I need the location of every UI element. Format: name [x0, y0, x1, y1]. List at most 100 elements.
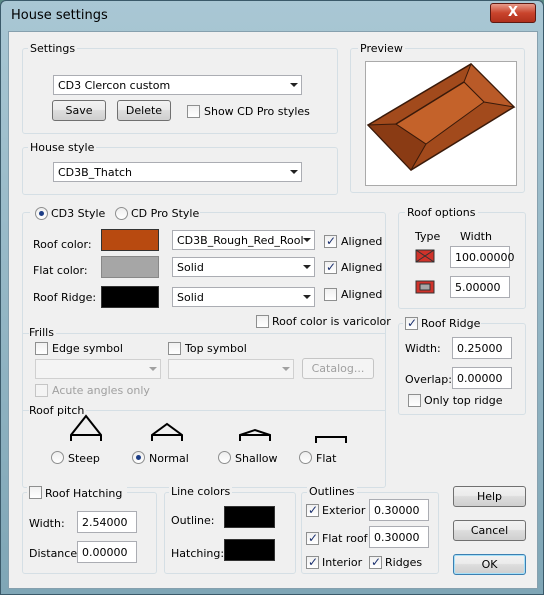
outline-color-swatch[interactable]	[224, 506, 275, 528]
title-bar[interactable]: House settings X	[1, 1, 543, 31]
top-symbol-checkbox[interactable]	[168, 342, 181, 355]
exterior-label: Exterior	[322, 504, 366, 517]
settings-combo[interactable]: CD3 Clercon custom	[53, 75, 302, 95]
save-button[interactable]: Save	[52, 100, 106, 121]
normal-label: Normal	[149, 452, 189, 465]
varicolor-checkbox[interactable]	[256, 315, 269, 328]
house-style-group-label: House style	[28, 141, 97, 154]
acute-angles-label: Acute angles only	[52, 384, 150, 397]
hatching-distance-label: Distance:	[29, 547, 81, 560]
hatching-width-label: Width:	[29, 517, 65, 530]
hatching-color-label: Hatching:	[171, 547, 225, 560]
normal-radio[interactable]	[132, 451, 145, 464]
line-colors-group	[164, 492, 296, 574]
only-top-ridge-checkbox[interactable]	[408, 394, 421, 407]
edge-symbol-checkbox[interactable]	[35, 342, 48, 355]
roof-ridge-group-label: Roof Ridge	[421, 317, 481, 330]
interior-label: Interior	[322, 556, 363, 569]
house-settings-window: House settings X Settings CD3 Clercon cu…	[0, 0, 544, 595]
roof-color-aligned-checkbox[interactable]	[324, 234, 337, 248]
chevron-down-icon	[303, 238, 311, 242]
shallow-radio[interactable]	[218, 451, 231, 464]
roof-hatching-label: Roof Hatching	[45, 487, 123, 500]
hatching-distance-field[interactable]: 0.00000	[77, 541, 137, 563]
exterior-checkbox[interactable]	[306, 503, 319, 517]
flat-color-swatch[interactable]	[101, 256, 159, 278]
cd3-style-radio[interactable]	[35, 207, 48, 220]
edge-symbol-combo[interactable]	[35, 359, 161, 379]
flat-roof-checkbox[interactable]	[306, 531, 319, 545]
cd-pro-style-label: CD Pro Style	[131, 207, 200, 220]
acute-angles-checkbox[interactable]	[35, 384, 48, 397]
flat-roof-width-field[interactable]: 0.30000	[369, 526, 429, 548]
preview-group-label: Preview	[358, 42, 405, 55]
shallow-roof-icon	[239, 428, 271, 441]
roof-ridge-checkbox[interactable]	[405, 316, 418, 330]
width-header: Width	[460, 230, 492, 243]
roof-ridge-aligned-checkbox[interactable]	[324, 288, 337, 301]
roof-color-swatch[interactable]	[101, 229, 159, 251]
shallow-label: Shallow	[235, 452, 278, 465]
chevron-down-icon	[282, 367, 290, 371]
roof-color-aligned-label: Aligned	[341, 235, 383, 248]
show-pro-styles-label: Show CD Pro styles	[204, 105, 310, 118]
roof-hatching-checkbox[interactable]	[29, 486, 42, 499]
roof-color-combo[interactable]: CD3B_Rough_Red_Rool	[172, 230, 315, 250]
flat-roof-icon	[315, 436, 347, 443]
exterior-width-field[interactable]: 0.30000	[369, 499, 429, 521]
chevron-down-icon	[290, 83, 298, 87]
roof-ridge-combo-value: Solid	[177, 291, 204, 304]
chevron-down-icon	[149, 367, 157, 371]
house-style-combo[interactable]: CD3B_Thatch	[53, 162, 302, 182]
only-top-ridge-label: Only top ridge	[424, 394, 503, 407]
preview-image	[365, 61, 517, 186]
top-symbol-combo[interactable]	[168, 359, 294, 379]
cd3-style-label: CD3 Style	[51, 207, 106, 220]
ridge-overlap-field[interactable]: 0.00000	[452, 367, 512, 389]
frills-separator	[23, 333, 385, 334]
close-button[interactable]: X	[490, 3, 536, 23]
chevron-down-icon	[290, 170, 298, 174]
cancel-button[interactable]: Cancel	[453, 520, 526, 541]
catalog-button[interactable]: Catalog...	[302, 358, 374, 379]
flat-color-combo[interactable]: Solid	[172, 257, 315, 277]
roof-type-icon	[415, 249, 435, 263]
normal-roof-icon	[151, 422, 183, 441]
chevron-down-icon	[303, 295, 311, 299]
steep-radio[interactable]	[51, 451, 64, 464]
steep-label: Steep	[68, 452, 100, 465]
varicolor-label: Roof color is varicolor	[272, 315, 391, 328]
flat-color-combo-value: Solid	[177, 261, 204, 274]
hatching-color-swatch[interactable]	[224, 539, 275, 561]
flat-width-field[interactable]: 5.00000	[450, 276, 510, 298]
frills-label: Frills	[29, 326, 56, 339]
flat-label: Flat	[316, 452, 337, 465]
roof-color-combo-value: CD3B_Rough_Red_Rool	[177, 234, 304, 247]
type-header: Type	[415, 230, 441, 243]
interior-checkbox[interactable]	[306, 555, 319, 569]
roof-options-label: Roof options	[405, 206, 478, 219]
ridges-label: Ridges	[385, 556, 423, 569]
flat-radio[interactable]	[299, 451, 312, 464]
window-title: House settings	[11, 8, 108, 23]
chevron-down-icon	[303, 265, 311, 269]
ridge-width-field[interactable]: 0.25000	[452, 337, 512, 359]
ok-button[interactable]: OK	[453, 554, 526, 575]
help-button[interactable]: Help	[453, 486, 526, 507]
show-pro-styles-checkbox[interactable]	[187, 105, 200, 118]
hatching-width-field[interactable]: 2.54000	[77, 511, 137, 533]
cd-pro-style-radio[interactable]	[115, 207, 128, 220]
flat-roof-type-icon	[415, 280, 435, 294]
outlines-label: Outlines	[307, 485, 357, 498]
line-colors-label: Line colors	[169, 485, 233, 498]
roof-preview-icon	[366, 63, 516, 171]
roof-width-field[interactable]: 100.00000	[450, 246, 515, 268]
flat-color-aligned-label: Aligned	[341, 261, 383, 274]
roof-ridge-swatch[interactable]	[101, 286, 159, 308]
roof-ridge-color-label: Roof Ridge:	[33, 291, 97, 304]
delete-button[interactable]: Delete	[117, 100, 171, 121]
roof-ridge-combo[interactable]: Solid	[172, 287, 315, 307]
ridges-checkbox[interactable]	[369, 555, 382, 569]
ridge-overlap-label: Overlap:	[405, 373, 452, 386]
flat-color-aligned-checkbox[interactable]	[324, 260, 337, 274]
